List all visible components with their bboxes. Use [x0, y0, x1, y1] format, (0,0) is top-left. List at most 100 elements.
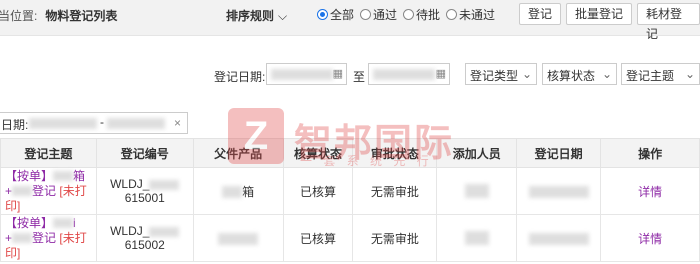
col-code: 登记编号	[95, 138, 194, 168]
adder-cell	[436, 167, 518, 215]
subject-blur	[53, 171, 74, 182]
filter-bar: 登记日期: ▦ 至 ▦ 登记类型 ⌄ 核算状态 ⌄ 登记主题 ⌄	[0, 60, 700, 90]
unprinted-tag: [未打	[59, 183, 87, 198]
register-subject-value: 登记主题	[626, 69, 675, 83]
date-cell	[516, 167, 602, 215]
col-audit: 核算状态	[282, 138, 354, 168]
subject-plus: +	[5, 183, 13, 198]
start-date-input[interactable]: ▦	[266, 63, 347, 85]
col-product: 父件产品	[192, 138, 284, 168]
sort-label: 排序规则	[226, 9, 275, 23]
subject-suffix: 箱	[73, 168, 86, 183]
table-header-row: 登记主题 登记编号 父件产品 核算状态 审批状态 添加人员 登记日期 操作	[0, 138, 700, 168]
page-title: 物料登记列表	[45, 9, 118, 23]
radio-pending-dot[interactable]	[403, 9, 415, 20]
radio-pending[interactable]: 待批	[403, 6, 440, 23]
register-button[interactable]: 登记	[519, 3, 562, 25]
radio-all-label: 全部	[330, 8, 355, 22]
subject-prefix: 【按单】	[5, 168, 54, 183]
date-range-label: 日期:	[1, 118, 29, 132]
to-label: 至	[353, 70, 366, 84]
adder-blur	[464, 184, 489, 199]
approval-cell: 无需审批	[352, 167, 438, 215]
adder-blur	[464, 231, 489, 246]
code-blur	[149, 179, 180, 190]
clear-icon[interactable]: ×	[174, 116, 181, 130]
detail-link[interactable]: 详情	[638, 185, 662, 199]
radio-passed[interactable]: 通过	[360, 6, 397, 23]
subject-cell[interactable]: 【按单】 箱 + 登记 [未打 印]	[0, 167, 97, 215]
date-blur	[528, 232, 589, 245]
date-blur	[528, 185, 589, 198]
end-date-value	[373, 69, 435, 80]
subject-blur	[12, 186, 33, 197]
col-action: 操作	[600, 138, 700, 168]
action-cell: 详情	[600, 167, 700, 215]
action-cell: 详情	[600, 214, 700, 262]
subject-plus: +	[5, 230, 13, 245]
breadcrumb: 当位置: 物料登记列表	[0, 7, 117, 24]
subject-blur	[12, 233, 33, 244]
batch-register-button[interactable]: 批量登记	[566, 3, 633, 25]
radio-all[interactable]: 全部	[317, 6, 354, 23]
product-cell: 箱	[192, 167, 284, 215]
radio-rejected[interactable]: 未通过	[446, 6, 495, 23]
approval-cell: 无需审批	[352, 214, 438, 262]
calendar-icon[interactable]: ▦	[333, 67, 343, 80]
product-blur	[218, 232, 259, 245]
consumable-register-button[interactable]: 耗材登记	[637, 3, 700, 41]
subject-register: 登记	[32, 183, 57, 198]
col-approval: 审批状态	[352, 138, 438, 168]
radio-rejected-label: 未通过	[459, 8, 496, 22]
audit-cell: 已核算	[282, 214, 354, 262]
register-date-label: 登记日期:	[214, 70, 266, 84]
start-date-value	[271, 69, 333, 80]
col-adder: 添加人员	[436, 138, 518, 168]
subject-prefix: 【按单】	[5, 215, 54, 230]
end-date-input[interactable]: ▦	[368, 63, 450, 85]
sort-dropdown[interactable]: 排序规则 ⌵	[226, 7, 287, 24]
status-filter-group: 全部 通过 待批 未通过	[317, 6, 495, 23]
col-subject: 登记主题	[0, 138, 97, 168]
code-prefix: WLDJ_	[110, 177, 150, 191]
code-cell: WLDJ_ 615001	[95, 167, 194, 215]
table-row: 【按单】 i + 登记 [未打 印] WLDJ_ 615002 已核算 无需审批 详…	[0, 214, 700, 262]
calendar-icon[interactable]: ▦	[436, 67, 446, 80]
subject-blur	[53, 218, 74, 229]
subject-register: 登记	[32, 230, 57, 245]
adder-cell	[436, 214, 518, 262]
chevron-down-icon: ⌄	[684, 67, 695, 81]
code-suffix: 615001	[124, 191, 165, 205]
unprinted-tag: [未打	[59, 230, 87, 245]
code-suffix: 615002	[124, 238, 165, 252]
unprinted-tag-end: 印]	[5, 198, 21, 213]
range-end-value	[107, 118, 165, 129]
code-prefix: WLDJ_	[110, 224, 150, 238]
code-blur	[149, 226, 180, 237]
chevron-down-icon: ⌄	[521, 67, 532, 81]
product-cell	[192, 214, 284, 262]
top-toolbar: 当位置: 物料登记列表 排序规则 ⌵ 全部 通过 待批 未通过 登记 批量登记 耗材…	[0, 0, 700, 41]
chevron-down-icon: ⌄	[601, 67, 612, 81]
table-row: 【按单】 箱 + 登记 [未打 印] WLDJ_ 615001 箱 已核算 无需审批…	[0, 167, 700, 215]
audit-status-value: 核算状态	[547, 69, 596, 83]
audit-cell: 已核算	[282, 167, 354, 215]
register-subject-select[interactable]: 登记主题 ⌄	[621, 63, 700, 85]
radio-all-dot[interactable]	[317, 9, 328, 20]
range-separator: -	[100, 115, 104, 129]
subject-cell[interactable]: 【按单】 i + 登记 [未打 印]	[0, 214, 97, 262]
radio-rejected-dot[interactable]	[446, 9, 458, 20]
code-cell: WLDJ_ 615002	[95, 214, 194, 262]
register-type-value: 登记类型	[470, 69, 519, 83]
register-type-select[interactable]: 登记类型 ⌄	[465, 63, 537, 85]
radio-passed-dot[interactable]	[360, 9, 372, 20]
location-label: 当位置:	[0, 9, 38, 23]
detail-link[interactable]: 详情	[638, 232, 662, 246]
radio-passed-label: 通过	[373, 8, 398, 22]
audit-status-select[interactable]: 核算状态 ⌄	[542, 63, 617, 85]
radio-pending-label: 待批	[416, 8, 441, 22]
register-table: 登记主题 登记编号 父件产品 核算状态 审批状态 添加人员 登记日期 操作 【按…	[0, 138, 700, 262]
date-cell	[516, 214, 602, 262]
unprinted-tag-end: 印]	[5, 245, 21, 260]
date-range-input[interactable]: 日期: - ×	[0, 112, 188, 134]
